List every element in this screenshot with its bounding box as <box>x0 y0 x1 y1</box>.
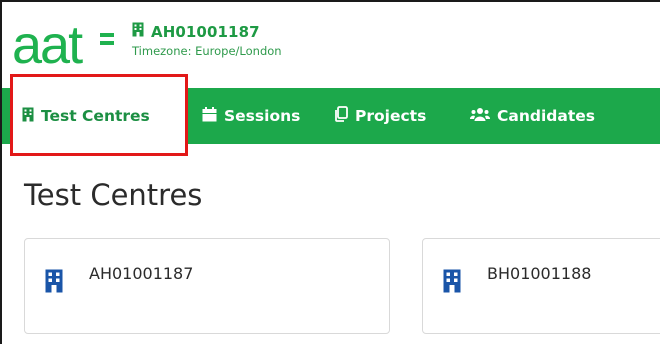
centre-info: AH01001187 Timezone: Europe/London <box>132 22 282 58</box>
app-window: aat AH01001187 Timezone: Europe/London T… <box>0 0 660 344</box>
test-centre-card[interactable]: AH01001187 <box>24 238 390 334</box>
aat-logo[interactable]: aat <box>12 19 122 69</box>
header: aat AH01001187 Timezone: Europe/London <box>2 2 660 72</box>
nav-tab-test-centres[interactable]: Test Centres <box>10 88 188 144</box>
calendar-icon <box>202 106 217 126</box>
nav-tab-sessions[interactable]: Sessions <box>202 88 300 144</box>
users-icon <box>469 107 491 126</box>
card-title: BH01001188 <box>487 264 592 283</box>
card-title: AH01001187 <box>89 264 194 283</box>
nav-tab-projects[interactable]: Projects <box>334 88 426 144</box>
centre-code: AH01001187 <box>132 22 282 41</box>
centre-code-text: AH01001187 <box>151 22 260 41</box>
building-icon <box>132 22 144 41</box>
test-centre-card[interactable]: BH01001188 <box>422 238 660 334</box>
copy-icon <box>334 106 348 126</box>
nav-label: Candidates <box>497 107 595 125</box>
building-icon <box>22 107 34 126</box>
nav-label: Sessions <box>224 107 301 125</box>
main-nav: Test Centres Sessions Projects Candidate… <box>2 88 660 144</box>
page-title: Test Centres <box>24 178 203 212</box>
nav-tab-candidates[interactable]: Candidates <box>469 88 595 144</box>
nav-label: Test Centres <box>41 107 150 125</box>
building-icon <box>443 269 461 298</box>
timezone-label: Timezone: Europe/London <box>132 44 282 58</box>
nav-label: Projects <box>355 107 427 125</box>
building-icon <box>45 269 63 298</box>
svg-text:aat: aat <box>12 19 83 69</box>
